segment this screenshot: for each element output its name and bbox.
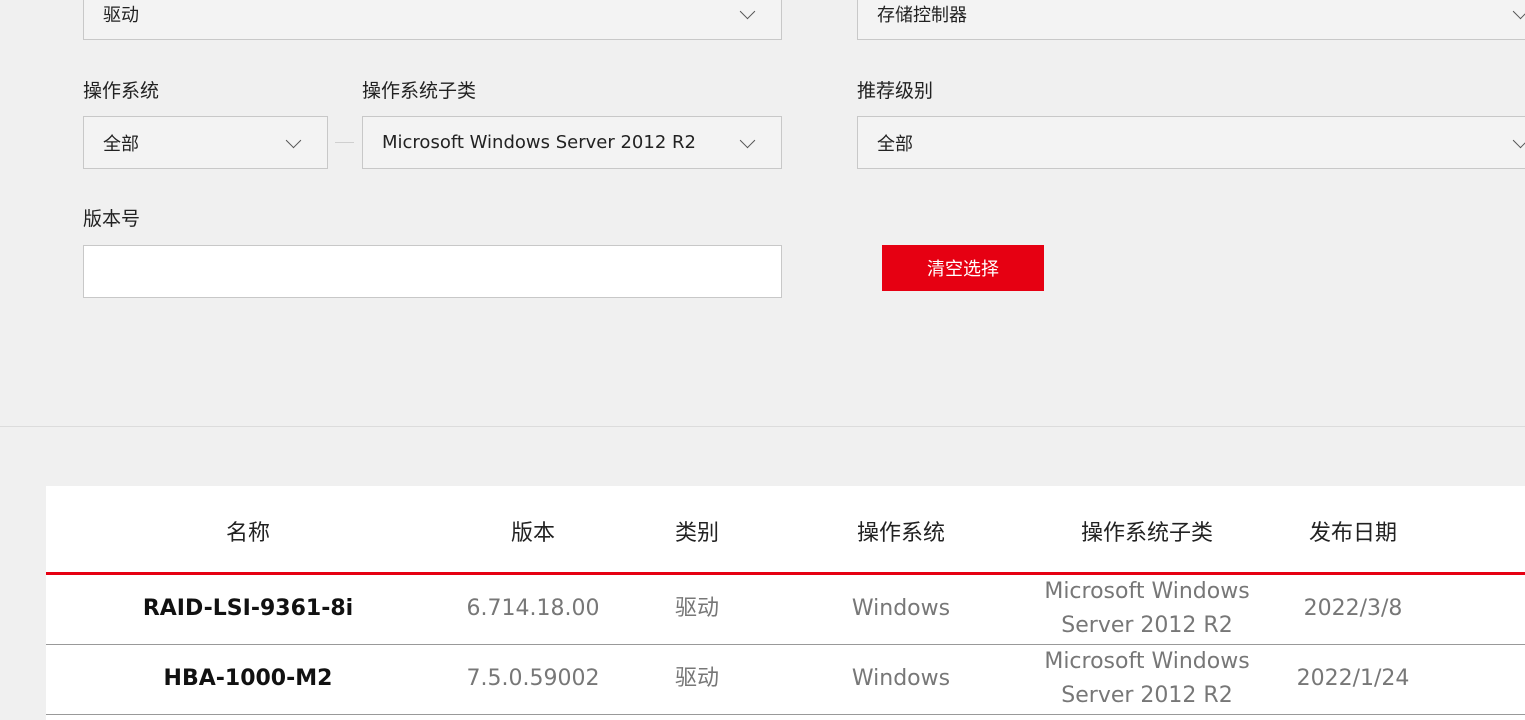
row-os-sub-line2: Server 2012 R2: [1061, 683, 1233, 708]
os-sub-select[interactable]: Microsoft Windows Server 2012 R2: [362, 116, 782, 169]
version-input[interactable]: [83, 245, 782, 298]
header-category: 类别: [674, 521, 720, 546]
table-row[interactable]: RAID-LSI-9361-8i 6.714.18.00 驱动 Windows …: [46, 575, 1525, 645]
row-os-sub-line1: Microsoft Windows: [1044, 579, 1250, 604]
row-category: 驱动: [674, 666, 720, 691]
os-sub-select-value: Microsoft Windows Server 2012 R2: [382, 132, 696, 153]
version-label: 版本号: [83, 208, 141, 230]
row-category: 驱动: [674, 596, 720, 621]
row-os-sub: Microsoft Windows Server 2012 R2: [1044, 575, 1249, 643]
type-select[interactable]: 驱动: [83, 0, 782, 40]
results-table: 名称 版本 类别 操作系统 操作系统子类 发布日期 RAID-LSI-9361-…: [46, 486, 1525, 720]
header-os: 操作系统: [856, 521, 946, 546]
os-select[interactable]: 全部: [83, 116, 328, 169]
table-row[interactable]: HBA-1000-M2 7.5.0.59002 驱动 Windows Micro…: [46, 645, 1525, 715]
row-os: Windows: [851, 666, 951, 691]
filter-panel: 驱动 存储控制器 操作系统 操作系统子类 推荐级别 全部 Microsoft W…: [0, 0, 1525, 427]
row-name[interactable]: HBA-1000-M2: [164, 662, 333, 696]
header-name: 名称: [225, 521, 271, 546]
row-os-sub-line2: Server 2012 R2: [1061, 613, 1233, 638]
level-label: 推荐级别: [857, 80, 934, 102]
row-os: Windows: [851, 596, 951, 621]
row-version: 6.714.18.00: [466, 596, 600, 621]
row-version: 7.5.0.59002: [466, 666, 600, 691]
os-sub-label: 操作系统子类: [362, 80, 477, 102]
range-divider: [335, 142, 354, 143]
type-select-value: 驱动: [103, 4, 139, 26]
category-select[interactable]: 存储控制器: [857, 0, 1525, 40]
row-os-sub: Microsoft Windows Server 2012 R2: [1044, 645, 1249, 713]
row-name[interactable]: RAID-LSI-9361-8i: [143, 592, 353, 626]
level-select[interactable]: 全部: [857, 116, 1525, 169]
row-date: 2022/3/8: [1303, 596, 1403, 621]
header-os-sub: 操作系统子类: [1080, 521, 1214, 546]
row-date: 2022/1/24: [1296, 666, 1410, 691]
clear-selection-button[interactable]: 清空选择: [882, 245, 1044, 291]
os-label: 操作系统: [83, 80, 160, 102]
level-select-value: 全部: [877, 133, 913, 155]
header-date: 发布日期: [1308, 521, 1398, 546]
category-select-value: 存储控制器: [877, 4, 967, 26]
row-os-sub-line1: Microsoft Windows: [1044, 649, 1250, 674]
header-version: 版本: [510, 521, 556, 546]
table-header: 名称 版本 类别 操作系统 操作系统子类 发布日期: [46, 486, 1525, 575]
